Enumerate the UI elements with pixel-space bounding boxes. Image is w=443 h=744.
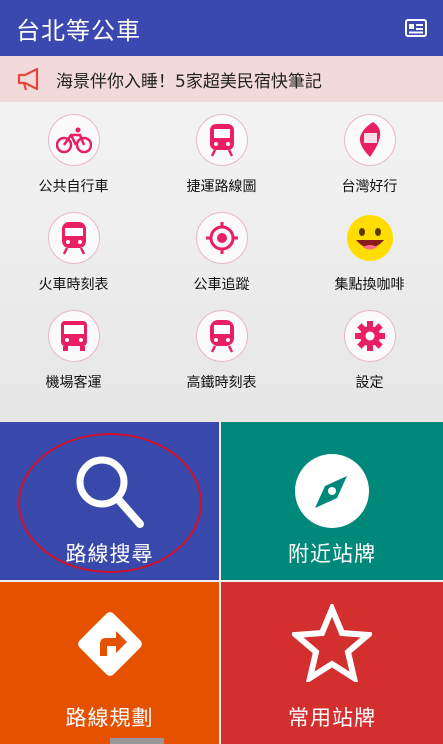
gear-icon: [343, 310, 396, 362]
search-icon: [72, 452, 148, 536]
train-icon: [47, 212, 100, 264]
grid-item-taiwan-tour[interactable]: 台灣好行: [296, 102, 443, 202]
grid-item-train[interactable]: 火車時刻表: [0, 200, 147, 300]
metro-icon: [195, 114, 248, 166]
taiwan-map-icon: [343, 114, 396, 166]
grid-label: 公車追蹤: [193, 277, 250, 293]
grid-label: 捷運路線圖: [186, 179, 257, 195]
app-bar: 台北等公車: [0, 0, 443, 56]
grid-label: 高鐵時刻表: [186, 375, 257, 391]
grid-item-airport-bus[interactable]: 機場客運: [0, 298, 147, 398]
tile-label: 常用站牌: [288, 706, 376, 730]
grid-item-coffee-points[interactable]: 集點換咖啡: [296, 200, 443, 300]
hsr-icon: [195, 310, 248, 362]
tile-label: 附近站牌: [288, 542, 376, 566]
smiley-icon: [344, 212, 396, 264]
favorite-stops-tile[interactable]: 常用站牌: [221, 582, 443, 744]
grid-label: 設定: [355, 375, 384, 391]
grid-item-bus-tracking[interactable]: 公車追蹤: [148, 200, 295, 300]
megaphone-icon: [16, 66, 44, 92]
grid-label: 集點換咖啡: [334, 277, 405, 293]
grid-label: 機場客運: [45, 375, 102, 391]
route-search-tile[interactable]: 路線搜尋: [0, 422, 219, 580]
scroll-indicator: [110, 738, 164, 744]
route-sign-icon: [70, 604, 150, 688]
grid-label: 公共自行車: [38, 179, 109, 195]
ad-banner[interactable]: 海景伴你入睡！5家超美民宿快筆記: [0, 56, 443, 102]
grid-label: 台灣好行: [341, 179, 398, 195]
grid-item-settings[interactable]: 設定: [296, 298, 443, 398]
bus-icon: [47, 310, 100, 362]
grid-item-hsr[interactable]: 高鐵時刻表: [148, 298, 295, 398]
nearby-stops-tile[interactable]: 附近站牌: [221, 422, 443, 580]
target-icon: [195, 212, 248, 264]
feature-grid: 公共自行車 捷運路線圖 台灣好行 火車時刻表 公車追蹤 集點換咖啡 機場客運 高…: [0, 102, 443, 422]
bicycle-icon: [47, 114, 100, 166]
star-icon: [288, 601, 376, 686]
tile-label: 路線搜尋: [65, 542, 154, 566]
banner-text: 海景伴你入睡！5家超美民宿快筆記: [56, 71, 322, 92]
grid-item-metro[interactable]: 捷運路線圖: [148, 102, 295, 202]
grid-item-bike[interactable]: 公共自行車: [0, 102, 147, 202]
news-icon[interactable]: [403, 17, 429, 39]
compass-icon: [293, 452, 371, 534]
tile-label: 路線規劃: [65, 706, 154, 730]
grid-label: 火車時刻表: [38, 277, 109, 293]
app-title: 台北等公車: [16, 16, 141, 45]
route-planning-tile[interactable]: 路線規劃: [0, 582, 219, 744]
